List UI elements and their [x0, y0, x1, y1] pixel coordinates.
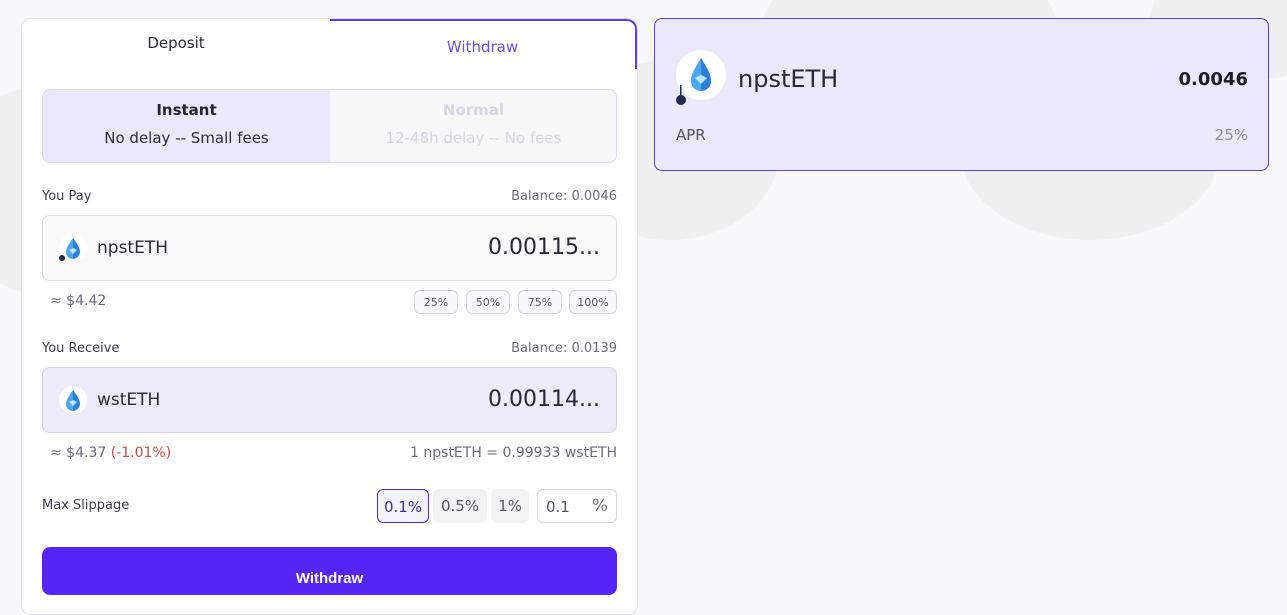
- withdraw-card: Deposit Withdraw Instant No delay -- Sma…: [21, 18, 638, 615]
- percent-50-button[interactable]: 50%: [466, 290, 510, 314]
- slippage-0-5-button[interactable]: 0.5%: [433, 489, 487, 523]
- percent-75-button[interactable]: 75%: [518, 290, 562, 314]
- tab-withdraw[interactable]: Withdraw: [330, 19, 637, 69]
- mode-instant-subtitle: No delay -- Small fees: [104, 129, 269, 147]
- pay-balance: Balance: 0.0046: [511, 189, 617, 204]
- slippage-custom-input[interactable]: 0.1 %: [537, 489, 617, 523]
- mode-instant-option[interactable]: Instant No delay -- Small fees: [43, 90, 330, 162]
- mode-normal-subtitle: 12-48h delay -- No fees: [385, 129, 562, 147]
- position-card: npstETH 0.0046 APR 25%: [654, 18, 1269, 171]
- position-balance: 0.0046: [1178, 69, 1248, 90]
- water-drop-icon: [59, 234, 87, 262]
- receive-amount-value: 0.00114...: [488, 387, 600, 412]
- position-token-name: npstETH: [738, 65, 839, 93]
- exchange-rate: 1 npstETH = 0.99933 wstETH: [410, 445, 617, 461]
- slippage-1-button[interactable]: 1%: [491, 489, 529, 523]
- apr-label: APR: [676, 126, 706, 144]
- receive-balance: Balance: 0.0139: [511, 341, 617, 356]
- slippage-0-1-button[interactable]: 0.1%: [377, 489, 429, 523]
- withdraw-button[interactable]: Withdraw: [42, 547, 617, 595]
- mode-normal-option[interactable]: Normal 12-48h delay -- No fees: [330, 90, 616, 162]
- percent-25-button[interactable]: 25%: [414, 290, 458, 314]
- receive-usd-value: ≈ $4.37: [50, 445, 107, 461]
- pay-amount-field[interactable]: npstETH 0.00115...: [42, 215, 617, 281]
- slippage-label: Max Slippage: [42, 498, 130, 513]
- water-drop-icon: [59, 386, 87, 414]
- tab-deposit[interactable]: Deposit: [22, 19, 330, 69]
- pay-token-name: npstETH: [97, 238, 168, 258]
- receive-token-name: wstETH: [97, 390, 161, 410]
- mode-instant-title: Instant: [156, 101, 217, 119]
- percent-100-button[interactable]: 100%: [569, 290, 617, 314]
- receive-amount-field: wstETH 0.00114...: [42, 367, 617, 433]
- slippage-percent-unit: %: [591, 496, 608, 516]
- apr-value: 25%: [1214, 126, 1248, 144]
- receive-label: You Receive: [42, 341, 120, 356]
- receive-price-impact: (-1.01%): [110, 445, 172, 461]
- slippage-custom-value[interactable]: 0.1: [546, 498, 570, 516]
- withdraw-mode-selector: Instant No delay -- Small fees Normal 12…: [42, 89, 617, 163]
- pay-amount-value[interactable]: 0.00115...: [488, 235, 600, 260]
- pay-usd-value: ≈ $4.42: [50, 293, 107, 309]
- mode-normal-title: Normal: [442, 101, 505, 119]
- pay-label: You Pay: [42, 189, 92, 204]
- water-drop-icon: [676, 50, 726, 105]
- receive-usd-row: ≈ $4.37 (-1.01%): [50, 445, 171, 461]
- tab-bar: Deposit Withdraw: [22, 19, 637, 69]
